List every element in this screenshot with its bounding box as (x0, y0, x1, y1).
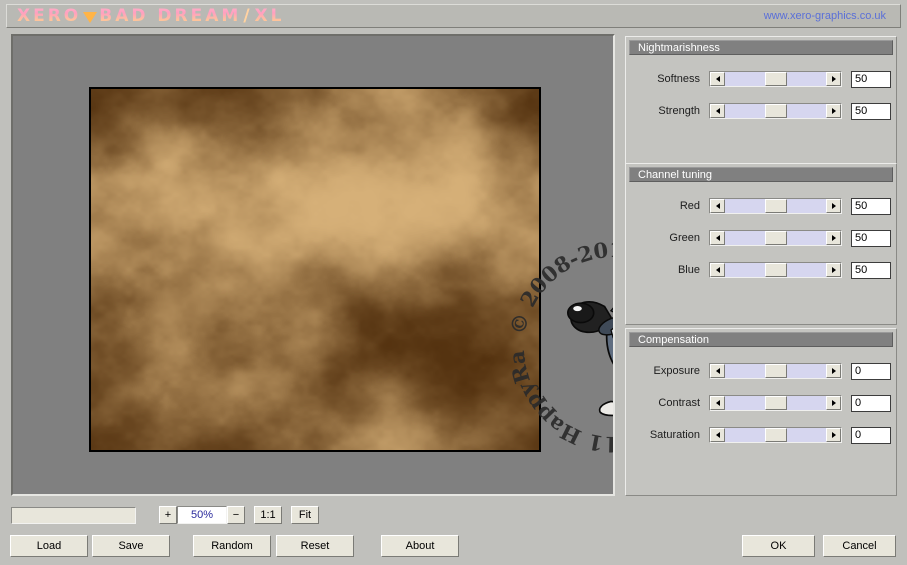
slider-rows: Exposure 0 Contrast 0 Saturation 0 (626, 347, 896, 444)
slider-control[interactable] (709, 230, 842, 246)
slider-increase-arrow-icon[interactable] (826, 428, 841, 442)
slider-value-field[interactable]: 50 (851, 197, 891, 215)
group-channel-tuning: Channel tuning Red 50 Green 50 Blue 50 (625, 163, 897, 325)
group-title: Channel tuning (629, 167, 893, 182)
load-button[interactable]: Load (10, 535, 88, 557)
website-url-link[interactable]: www.xero-graphics.co.uk (764, 10, 886, 22)
slider-thumb[interactable] (764, 72, 787, 86)
slider-decrease-arrow-icon[interactable] (710, 396, 725, 410)
slider-track[interactable] (725, 199, 826, 213)
slider-rows: Softness 50 Strength 50 (626, 55, 896, 120)
slider-increase-arrow-icon[interactable] (826, 72, 841, 86)
slider-label: Green (669, 232, 700, 244)
zoom-fit-button[interactable]: Fit (291, 506, 319, 524)
logo-text-bad-dream: BAD DREAM (99, 6, 242, 26)
about-button[interactable]: About (381, 535, 459, 557)
slider-thumb[interactable] (764, 364, 787, 378)
slider-decrease-arrow-icon[interactable] (710, 428, 725, 442)
slider-row-softness[interactable]: Softness 50 (626, 70, 896, 88)
title-bar: XERO BAD DREAM / XL www.xero-graphics.co… (6, 4, 901, 28)
slider-label: Saturation (649, 429, 700, 441)
cartoon-dog-icon (566, 300, 613, 417)
slider-track[interactable] (725, 263, 826, 277)
slider-increase-arrow-icon[interactable] (826, 231, 841, 245)
slider-track[interactable] (725, 72, 826, 86)
preview-image[interactable] (89, 87, 541, 452)
slider-control[interactable] (709, 198, 842, 214)
slider-thumb[interactable] (764, 104, 787, 118)
zoom-in-button[interactable]: + (159, 506, 177, 524)
triangle-icon (83, 11, 98, 23)
slider-decrease-arrow-icon[interactable] (710, 263, 725, 277)
slider-decrease-arrow-icon[interactable] (710, 199, 725, 213)
logo-slash: / (243, 6, 253, 26)
slider-label: Red (679, 200, 700, 212)
slider-value-field[interactable]: 0 (851, 426, 891, 444)
cancel-button[interactable]: Cancel (823, 535, 896, 557)
slider-control[interactable] (709, 363, 842, 379)
slider-row-exposure[interactable]: Exposure 0 (626, 362, 896, 380)
slider-value-field[interactable]: 0 (851, 362, 891, 380)
slider-value-field[interactable]: 50 (851, 261, 891, 279)
slider-row-saturation[interactable]: Saturation 0 (626, 426, 896, 444)
slider-control[interactable] (709, 71, 842, 87)
reset-button[interactable]: Reset (276, 535, 354, 557)
slider-decrease-arrow-icon[interactable] (710, 104, 725, 118)
progress-bar (11, 506, 136, 524)
slider-row-green[interactable]: Green 50 (626, 229, 896, 247)
zoom-actual-size-button[interactable]: 1:1 (254, 506, 282, 524)
slider-rows: Red 50 Green 50 Blue 50 (626, 182, 896, 279)
slider-label: Strength (658, 105, 700, 117)
logo-text-xero: XERO (17, 6, 82, 26)
slider-thumb[interactable] (764, 428, 787, 442)
slider-row-red[interactable]: Red 50 (626, 197, 896, 215)
preview-area[interactable]: © 2008-2011 HappyRataplan © 2008-2011 Ha… (11, 34, 615, 496)
ok-button[interactable]: OK (742, 535, 815, 557)
group-title: Nightmarishness (629, 40, 893, 55)
slider-value-field[interactable]: 50 (851, 70, 891, 88)
random-button[interactable]: Random (193, 535, 271, 557)
slider-control[interactable] (709, 427, 842, 443)
slider-track[interactable] (725, 396, 826, 410)
slider-thumb[interactable] (764, 263, 787, 277)
slider-increase-arrow-icon[interactable] (826, 199, 841, 213)
slider-increase-arrow-icon[interactable] (826, 104, 841, 118)
slider-label: Contrast (658, 397, 700, 409)
slider-thumb[interactable] (764, 396, 787, 410)
slider-value-field[interactable]: 0 (851, 394, 891, 412)
slider-track[interactable] (725, 104, 826, 118)
save-button[interactable]: Save (92, 535, 170, 557)
application-window: XERO BAD DREAM / XL www.xero-graphics.co… (0, 0, 907, 565)
slider-label: Exposure (653, 365, 700, 377)
slider-value-field[interactable]: 50 (851, 102, 891, 120)
slider-label: Blue (677, 264, 700, 276)
slider-thumb[interactable] (764, 199, 787, 213)
slider-increase-arrow-icon[interactable] (826, 263, 841, 277)
group-compensation: Compensation Exposure 0 Contrast 0 Satur… (625, 328, 897, 496)
slider-track[interactable] (725, 364, 826, 378)
slider-row-strength[interactable]: Strength 50 (626, 102, 896, 120)
slider-control[interactable] (709, 395, 842, 411)
zoom-out-button[interactable]: − (227, 506, 245, 524)
slider-increase-arrow-icon[interactable] (826, 396, 841, 410)
slider-row-contrast[interactable]: Contrast 0 (626, 394, 896, 412)
slider-track[interactable] (725, 231, 826, 245)
slider-control[interactable] (709, 262, 842, 278)
zoom-level-value[interactable]: 50% (177, 506, 227, 524)
slider-decrease-arrow-icon[interactable] (710, 231, 725, 245)
slider-label: Softness (657, 73, 700, 85)
group-title: Compensation (629, 332, 893, 347)
slider-row-blue[interactable]: Blue 50 (626, 261, 896, 279)
group-nightmarishness: Nightmarishness Softness 50 Strength 50 (625, 36, 897, 166)
slider-value-field[interactable]: 50 (851, 229, 891, 247)
zoom-toolbar: + 50% − 1:1 Fit (11, 505, 615, 525)
app-logo: XERO BAD DREAM / XL (17, 6, 284, 26)
slider-decrease-arrow-icon[interactable] (710, 364, 725, 378)
slider-increase-arrow-icon[interactable] (826, 364, 841, 378)
slider-decrease-arrow-icon[interactable] (710, 72, 725, 86)
slider-thumb[interactable] (764, 231, 787, 245)
logo-text-xl: XL (254, 6, 285, 26)
slider-control[interactable] (709, 103, 842, 119)
slider-track[interactable] (725, 428, 826, 442)
